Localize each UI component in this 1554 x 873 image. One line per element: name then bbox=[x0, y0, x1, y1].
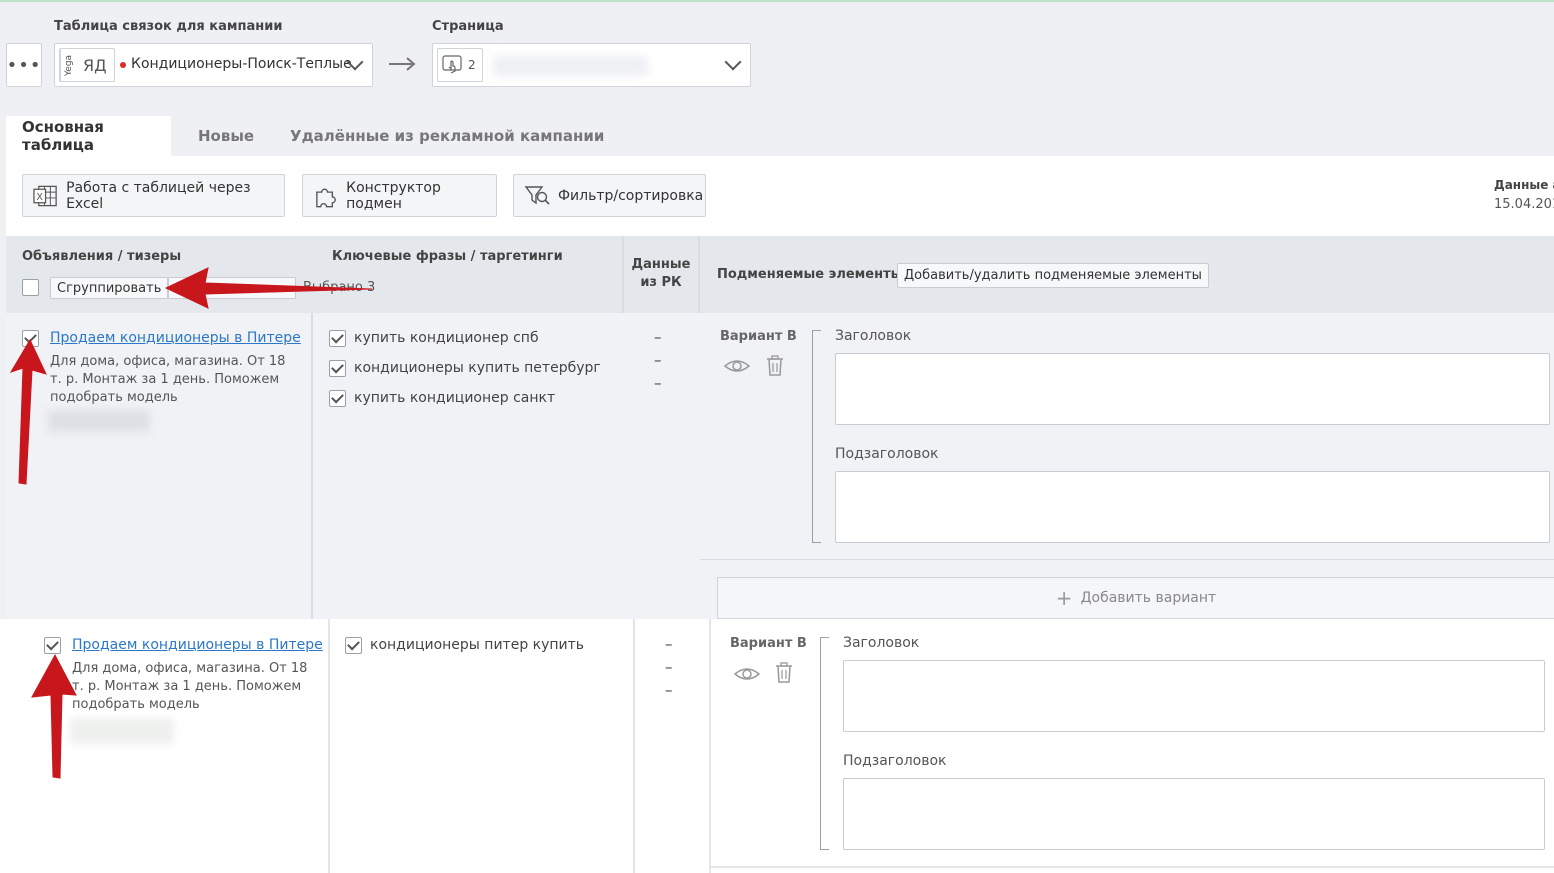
tab-deleted[interactable]: Удалённые из рекламной кампании bbox=[290, 116, 604, 156]
page-count: 2 bbox=[468, 58, 476, 72]
keyword-text: купить кондиционер спб bbox=[354, 330, 539, 346]
ad-title-link[interactable]: Продаем кондиционеры в Питере bbox=[72, 637, 323, 653]
rk-value: – bbox=[654, 351, 662, 369]
puzzle-icon bbox=[316, 188, 336, 207]
page-select[interactable]: 2 bbox=[432, 43, 751, 87]
rk-data-title-line2: из РК bbox=[640, 275, 682, 290]
selected-count: Выбрано 3 bbox=[303, 280, 376, 295]
group-button[interactable]: Сгруппировать bbox=[50, 277, 169, 299]
tab-main-table[interactable]: Основная таблица bbox=[6, 116, 171, 156]
column-divider bbox=[709, 619, 711, 873]
keyword-text: купить кондиционер санкт bbox=[354, 390, 556, 406]
filter-search-icon bbox=[524, 185, 550, 205]
plus-icon: + bbox=[1055, 586, 1073, 610]
subtitle-textarea[interactable] bbox=[843, 778, 1545, 850]
field-label: Подзаголовок bbox=[835, 446, 939, 462]
select-all-checkbox[interactable] bbox=[22, 279, 39, 296]
source-badge: Yega ЯД bbox=[59, 48, 115, 82]
keyword-checkbox[interactable] bbox=[329, 330, 346, 347]
add-remove-elements-button[interactable]: Добавить/удалить подменяемые элементы bbox=[897, 263, 1209, 288]
secondary-header-button[interactable] bbox=[168, 277, 296, 299]
data-as-of-label: Данные а bbox=[1494, 178, 1554, 192]
keyword-checkbox[interactable] bbox=[329, 390, 346, 407]
keyword-text: кондиционеры купить петербург bbox=[354, 360, 601, 376]
blurred-page-url bbox=[493, 56, 648, 76]
rk-data-title-line1: Данные bbox=[631, 257, 691, 272]
constructor-button-label: Конструктор подмен bbox=[346, 179, 441, 212]
field-label: Заголовок bbox=[835, 328, 912, 344]
column-divider bbox=[633, 619, 635, 873]
page-label: Страница bbox=[432, 19, 504, 34]
ad-checkbox[interactable] bbox=[44, 637, 61, 654]
ad-description: Для дома, офиса, магазина. От 18 т. р. М… bbox=[72, 661, 308, 712]
source-short-label: ЯД bbox=[83, 55, 107, 75]
trash-icon[interactable] bbox=[765, 355, 785, 377]
excel-button-label: Работа с таблицей через Excel bbox=[66, 179, 251, 212]
trash-icon[interactable] bbox=[774, 662, 794, 684]
rk-value: – bbox=[665, 681, 673, 699]
ad-description: Для дома, офиса, магазина. От 18 т. р. М… bbox=[50, 354, 286, 405]
status-dot-icon bbox=[120, 62, 126, 68]
more-dots-icon: ••• bbox=[6, 54, 42, 76]
arrow-right-icon bbox=[389, 57, 416, 71]
blurred-ad-url bbox=[48, 410, 150, 432]
rk-value: – bbox=[654, 328, 662, 346]
rk-value: – bbox=[665, 635, 673, 653]
add-variant-button[interactable]: + Добавить вариант bbox=[717, 577, 1554, 619]
keyword-checkbox[interactable] bbox=[329, 360, 346, 377]
replace-elements-title: Подменяемые элементы bbox=[717, 267, 903, 282]
column-divider bbox=[328, 619, 330, 873]
pointer-hand-icon bbox=[442, 55, 462, 74]
column-divider bbox=[311, 313, 313, 619]
more-menu-button[interactable]: ••• bbox=[6, 43, 42, 87]
add-variant-label: Добавить вариант bbox=[1080, 590, 1217, 606]
ad-checkbox[interactable] bbox=[22, 330, 39, 347]
variant-label: Вариант В bbox=[730, 636, 807, 651]
excel-button[interactable]: X Работа с таблицей через Excel bbox=[22, 174, 285, 217]
excel-icon: X bbox=[33, 185, 57, 206]
variant-bracket bbox=[820, 637, 829, 850]
top-accent-line bbox=[0, 0, 1554, 2]
keyword-checkbox[interactable] bbox=[345, 637, 362, 654]
ad-title-link[interactable]: Продаем кондиционеры в Питере bbox=[50, 330, 301, 346]
row-divider bbox=[700, 559, 1554, 560]
keyword-text: кондиционеры питер купить bbox=[370, 637, 585, 653]
page-count-badge: 2 bbox=[437, 48, 483, 82]
chevron-down-icon bbox=[724, 53, 742, 71]
campaign-label: Таблица связок для кампании bbox=[54, 19, 283, 34]
eye-icon[interactable] bbox=[734, 665, 760, 683]
campaign-select[interactable]: Yega ЯД Кондиционеры-Поиск-Теплые bbox=[54, 43, 373, 87]
filter-sort-button[interactable]: Фильтр/сортировка bbox=[513, 174, 706, 217]
eye-icon[interactable] bbox=[724, 357, 750, 375]
field-label: Заголовок bbox=[843, 635, 920, 651]
row-divider bbox=[711, 866, 1554, 868]
constructor-button[interactable]: Конструктор подмен bbox=[302, 174, 497, 217]
data-as-of-date: 15.04.201 bbox=[1494, 197, 1554, 212]
rk-value: – bbox=[654, 374, 662, 392]
campaign-name: Кондиционеры-Поиск-Теплые bbox=[131, 56, 352, 72]
variant-bracket bbox=[812, 330, 821, 543]
rk-value: – bbox=[665, 658, 673, 676]
svg-text:X: X bbox=[36, 191, 43, 202]
ads-column-title: Объявления / тизеры bbox=[22, 249, 182, 264]
source-vertical-label: Yega bbox=[60, 49, 77, 81]
title-textarea[interactable] bbox=[835, 353, 1550, 425]
filter-sort-button-label: Фильтр/сортировка bbox=[558, 187, 704, 204]
subtitle-textarea[interactable] bbox=[835, 471, 1550, 543]
variant-label: Вариант В bbox=[720, 329, 797, 344]
field-label: Подзаголовок bbox=[843, 753, 947, 769]
blurred-ad-url bbox=[70, 718, 174, 744]
keywords-column-title: Ключевые фразы / таргетинги bbox=[332, 249, 563, 264]
tab-new[interactable]: Новые bbox=[198, 116, 254, 156]
title-textarea[interactable] bbox=[843, 660, 1545, 732]
